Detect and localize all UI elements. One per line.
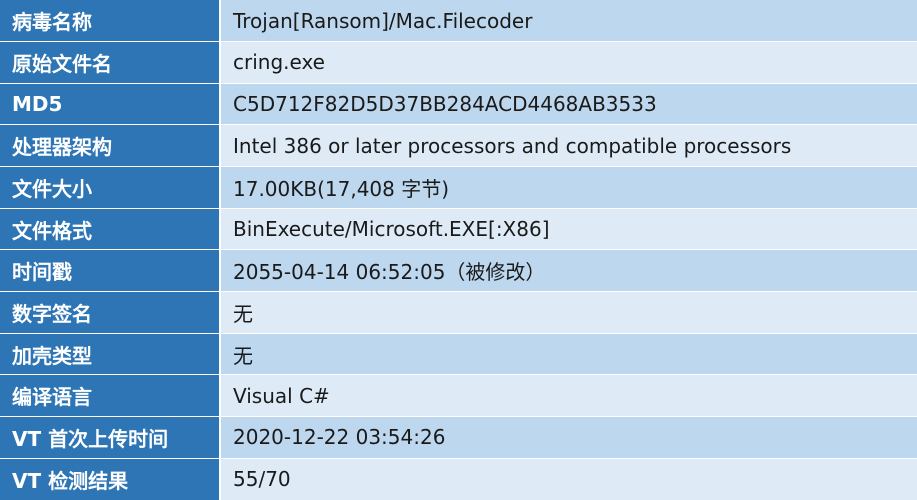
row-original-filename: 原始文件名 cring.exe bbox=[0, 41, 917, 84]
value-timestamp: 2055-04-14 06:52:05（被修改） bbox=[220, 249, 917, 293]
label-virus-name: 病毒名称 bbox=[0, 0, 221, 43]
row-timestamp: 时间戳 2055-04-14 06:52:05（被修改） bbox=[0, 249, 917, 293]
label-timestamp: 时间戳 bbox=[0, 249, 221, 293]
file-info-table: 病毒名称 Trojan[Ransom]/Mac.Filecoder 原始文件名 … bbox=[0, 0, 917, 500]
row-compile-language: 编译语言 Visual C# bbox=[0, 374, 917, 418]
label-md5: MD5 bbox=[0, 83, 221, 126]
label-digital-signature: 数字签名 bbox=[0, 291, 221, 334]
row-file-size: 文件大小 17.00KB(17,408 字节) bbox=[0, 166, 917, 209]
value-file-format: BinExecute/Microsoft.EXE[:X86] bbox=[220, 208, 917, 251]
row-file-format: 文件格式 BinExecute/Microsoft.EXE[:X86] bbox=[0, 208, 917, 251]
label-compile-language: 编译语言 bbox=[0, 374, 221, 418]
label-original-filename: 原始文件名 bbox=[0, 41, 221, 84]
value-file-size: 17.00KB(17,408 字节) bbox=[220, 166, 917, 209]
value-vt-detection: 55/70 bbox=[220, 458, 917, 500]
row-virus-name: 病毒名称 Trojan[Ransom]/Mac.Filecoder bbox=[0, 0, 917, 43]
label-processor-arch: 处理器架构 bbox=[0, 124, 221, 168]
label-vt-first-upload: VT 首次上传时间 bbox=[0, 416, 221, 459]
value-vt-first-upload: 2020-12-22 03:54:26 bbox=[220, 416, 917, 459]
row-packer-type: 加壳类型 无 bbox=[0, 333, 917, 376]
value-packer-type: 无 bbox=[220, 333, 917, 376]
value-original-filename: cring.exe bbox=[220, 41, 917, 84]
value-processor-arch: Intel 386 or later processors and compat… bbox=[220, 124, 917, 168]
row-vt-detection: VT 检测结果 55/70 bbox=[0, 458, 917, 500]
label-vt-detection: VT 检测结果 bbox=[0, 458, 221, 500]
row-md5: MD5 C5D712F82D5D37BB284ACD4468AB3533 bbox=[0, 83, 917, 126]
row-processor-arch: 处理器架构 Intel 386 or later processors and … bbox=[0, 124, 917, 168]
label-file-size: 文件大小 bbox=[0, 166, 221, 209]
value-md5: C5D712F82D5D37BB284ACD4468AB3533 bbox=[220, 83, 917, 126]
label-file-format: 文件格式 bbox=[0, 208, 221, 251]
value-digital-signature: 无 bbox=[220, 291, 917, 334]
value-compile-language: Visual C# bbox=[220, 374, 917, 418]
row-digital-signature: 数字签名 无 bbox=[0, 291, 917, 334]
label-packer-type: 加壳类型 bbox=[0, 333, 221, 376]
value-virus-name: Trojan[Ransom]/Mac.Filecoder bbox=[220, 0, 917, 43]
row-vt-first-upload: VT 首次上传时间 2020-12-22 03:54:26 bbox=[0, 416, 917, 459]
